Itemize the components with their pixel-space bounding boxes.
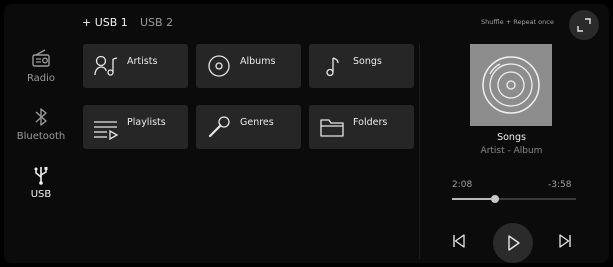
expand-icon (577, 18, 591, 32)
track-title: Songs (497, 132, 526, 143)
usb-icon (4, 164, 78, 186)
progress-fill (452, 198, 496, 200)
category-label: Genres (240, 117, 274, 128)
album-artwork (470, 44, 552, 126)
vinyl-record-icon (482, 56, 540, 114)
tab-usb-2[interactable]: USB 2 (140, 16, 173, 29)
play-icon (508, 235, 520, 251)
play-button[interactable] (493, 223, 533, 263)
category-label: Folders (353, 117, 388, 128)
radio-icon (4, 48, 78, 70)
next-button[interactable] (557, 233, 573, 253)
category-artists[interactable]: Artists (83, 44, 188, 88)
sidebar-item-label: Radio (26, 73, 56, 84)
bluetooth-icon (4, 106, 78, 128)
playlist-icon (93, 114, 119, 141)
track-artist-album: Artist - Album (480, 146, 543, 156)
skip-next-icon (559, 234, 571, 248)
sidebar-item-radio[interactable]: Radio (4, 48, 78, 84)
category-genres[interactable]: Genres (196, 105, 301, 149)
progress-handle[interactable] (491, 195, 500, 203)
expand-button[interactable] (569, 10, 599, 40)
source-sidebar: Radio Bluetooth USB (4, 4, 78, 263)
category-label: Songs (353, 56, 382, 67)
sidebar-item-label: Bluetooth (16, 131, 66, 142)
sidebar-item-usb[interactable]: USB (4, 164, 78, 200)
progress-slider[interactable] (452, 195, 576, 203)
microphone-icon (206, 114, 232, 140)
category-label: Artists (127, 56, 158, 67)
remaining-time: -3:58 (548, 180, 572, 190)
previous-button[interactable] (451, 233, 467, 253)
skip-previous-icon (453, 234, 465, 248)
artist-icon (93, 53, 119, 79)
category-label: Albums (240, 56, 276, 67)
media-player-window: Radio Bluetooth USB + USB 1 USB 2 Shuffl… (4, 4, 609, 263)
music-note-icon (319, 53, 345, 79)
playback-mode-label[interactable]: Shuffle + Repeat once (481, 18, 554, 26)
tab-usb-1[interactable]: + USB 1 (82, 16, 128, 29)
sidebar-item-bluetooth[interactable]: Bluetooth (4, 106, 78, 142)
category-albums[interactable]: Albums (196, 44, 301, 88)
sidebar-item-label: USB (30, 189, 52, 200)
folder-icon (319, 114, 345, 140)
category-label: Playlists (127, 117, 166, 128)
elapsed-time: 2:08 (452, 180, 473, 190)
panel-divider (419, 44, 420, 259)
album-icon (206, 53, 232, 79)
category-songs[interactable]: Songs (309, 44, 414, 88)
category-folders[interactable]: Folders (309, 105, 414, 149)
category-playlists[interactable]: Playlists (83, 105, 188, 149)
